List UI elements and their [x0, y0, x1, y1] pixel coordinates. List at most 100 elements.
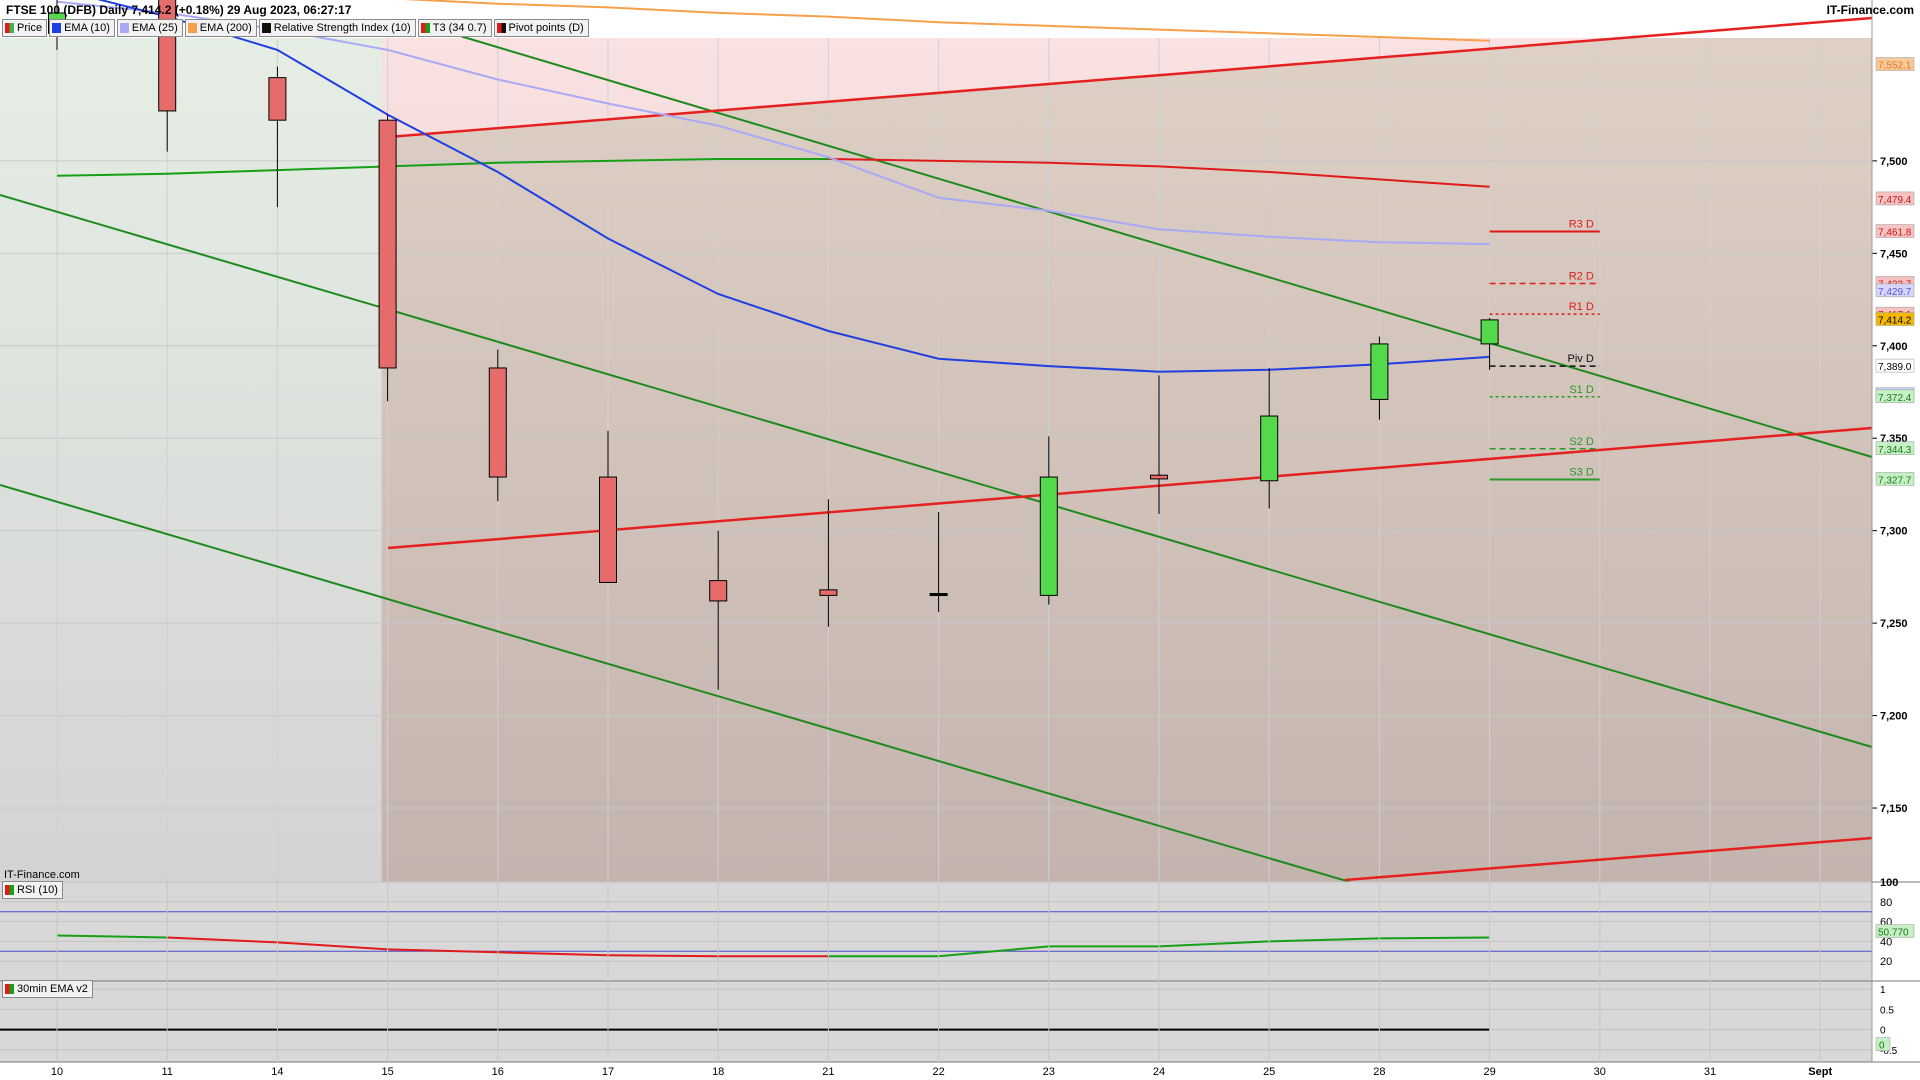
x-axis-tick-label: 22 — [932, 1066, 944, 1078]
x-axis-tick-label: 16 — [492, 1066, 504, 1078]
legend-swatch-icon — [496, 23, 506, 33]
rsi-swatch-icon — [5, 885, 14, 895]
x-axis-tick-label: 25 — [1263, 1066, 1275, 1078]
legend-label: Relative Strength Index (10) — [273, 22, 411, 34]
rsi-panel-background — [0, 882, 1872, 981]
candle-body — [268, 77, 287, 121]
legend-item-rsi[interactable]: Relative Strength Index (10) — [258, 19, 416, 37]
legend-item-price[interactable]: Price — [2, 19, 48, 37]
brand-label: IT-Finance.com — [1826, 3, 1914, 17]
price-tag-text: 7,372.4 — [1878, 393, 1912, 404]
price-tag-text: 7,552.1 — [1878, 61, 1912, 72]
x-axis-tick-label: 18 — [712, 1066, 724, 1078]
legend-item-ema10[interactable]: EMA (10) — [49, 19, 115, 37]
candle-body — [1370, 343, 1389, 400]
price-tag: 7,372.4 — [1875, 389, 1915, 404]
candle-body — [819, 589, 838, 596]
y-axis-tick-label: 7,400 — [1880, 341, 1908, 353]
x-axis-tick-label: 11 — [161, 1066, 172, 1078]
price-tag: 7,552.1 — [1875, 57, 1915, 72]
pivot-label: R2 D — [1569, 270, 1594, 282]
ema30-swatch-icon — [5, 984, 14, 994]
ftse-chart[interactable]: R3 D R2 D R1 D Piv D S1 D S2 D S3 D 7,150 7,200 7… — [0, 0, 1920, 1080]
pivot-label: S2 D — [1569, 436, 1594, 448]
ema30-axis-tick-label: 0.5 — [1880, 1005, 1894, 1016]
x-axis-tick-label: 17 — [602, 1066, 614, 1078]
rsi-axis-tick-label: 20 — [1880, 956, 1892, 968]
legend-item-ema25[interactable]: EMA (25) — [116, 19, 183, 37]
y-axis-tick-label: 7,500 — [1880, 156, 1908, 168]
x-axis-tick-label: 24 — [1153, 1066, 1165, 1078]
candle-body — [1150, 474, 1168, 480]
channel-zone-background — [381, 18, 1873, 882]
pivot-label: R1 D — [1569, 301, 1594, 313]
candle-body — [488, 367, 507, 478]
y-axis-tick-label: 7,200 — [1880, 711, 1908, 723]
legend-label: EMA (10) — [64, 22, 110, 34]
price-tag: 7,429.7 — [1875, 283, 1915, 298]
price-tag: 7,414.2 — [1875, 312, 1915, 327]
price-tag-text: 7,327.7 — [1878, 475, 1912, 486]
candle-body — [1260, 415, 1279, 482]
x-axis-tick-label: Sept — [1808, 1066, 1832, 1078]
pivot-label: S3 D — [1569, 466, 1594, 478]
ema30-panel-label[interactable]: 30min EMA v2 — [2, 980, 93, 998]
x-axis-tick-label: 29 — [1483, 1066, 1495, 1078]
price-tag: 7,389.0 — [1875, 358, 1915, 373]
legend-item-ema200[interactable]: EMA (200) — [184, 19, 257, 37]
candle-body — [599, 476, 617, 583]
legend-swatch-icon — [119, 23, 129, 33]
price-tag-text: 7,414.2 — [1878, 316, 1912, 327]
legend-label: Price — [17, 22, 43, 34]
chart-title: FTSE 100 (DFB) Daily 7,414.2 (+0.18%) 29… — [6, 3, 352, 17]
legend-label: EMA (200) — [199, 22, 252, 34]
rsi-line-segment — [1379, 936, 1490, 940]
legend-label: T3 (34 0.7) — [432, 22, 487, 34]
price-tag-text: 7,429.7 — [1878, 287, 1912, 298]
x-axis-tick-label: 10 — [51, 1066, 63, 1078]
ema30-axis-tick-label: 0 — [1880, 1026, 1886, 1037]
x-axis-strip — [0, 1062, 1920, 1080]
legend-swatch-icon — [5, 23, 14, 33]
candle-body — [1039, 476, 1058, 596]
legend-item-pivot-points[interactable]: Pivot points (D) — [493, 19, 589, 37]
x-axis-tick-label: 15 — [381, 1066, 393, 1078]
y-axis-tick-label: 7,150 — [1880, 803, 1908, 815]
legend-swatch-icon — [420, 23, 430, 33]
ema30-value-tag-text: 0 — [1879, 1041, 1885, 1052]
candle-body — [929, 593, 948, 597]
y-axis-tick-label: 7,450 — [1880, 248, 1908, 260]
candle-15 — [378, 114, 397, 402]
legend-label: Pivot points (D) — [508, 22, 584, 34]
price-tag: 7,344.3 — [1875, 441, 1915, 456]
candle-body — [378, 119, 397, 369]
x-axis-tick-label: 30 — [1594, 1066, 1606, 1078]
price-tag: 7,461.8 — [1875, 224, 1915, 239]
legend-swatch-icon — [261, 23, 271, 33]
pivot-label: Piv D — [1568, 353, 1594, 365]
rsi-axis-tick-label: 80 — [1880, 897, 1892, 909]
watermark-label: IT-Finance.com — [4, 869, 80, 881]
ema30-axis-tick-label: 1 — [1880, 985, 1886, 996]
price-tag-text: 7,461.8 — [1878, 228, 1912, 239]
y-axis-tick-label: 7,300 — [1880, 526, 1908, 538]
candle-body — [709, 580, 728, 602]
x-axis-tick-label: 23 — [1043, 1066, 1055, 1078]
pivot-label: S1 D — [1569, 384, 1594, 396]
price-tag-text: 7,389.0 — [1878, 362, 1912, 373]
rsi-line-segment — [607, 954, 719, 958]
legend-swatch-icon — [52, 23, 62, 33]
legend-swatch-icon — [187, 23, 197, 33]
rsi-panel-label[interactable]: RSI (10) — [2, 881, 63, 899]
price-tag-text: 7,344.3 — [1878, 445, 1912, 456]
y-axis-tick-label: 7,250 — [1880, 618, 1908, 630]
rsi-axis-tick-label: 100 — [1880, 877, 1898, 889]
legend-item-t3[interactable]: T3 (34 0.7) — [417, 19, 492, 37]
rsi-value-tag-text: 50.770 — [1878, 928, 1909, 939]
indicator-legend: Price EMA (10) EMA (25) EMA (200) Relati… — [2, 19, 589, 37]
price-tag-text: 7,479.4 — [1878, 195, 1912, 206]
price-tag: 7,479.4 — [1875, 191, 1915, 206]
candle-body — [1480, 319, 1499, 345]
x-axis-tick-label: 14 — [271, 1066, 283, 1078]
x-axis-tick-label: 28 — [1373, 1066, 1385, 1078]
